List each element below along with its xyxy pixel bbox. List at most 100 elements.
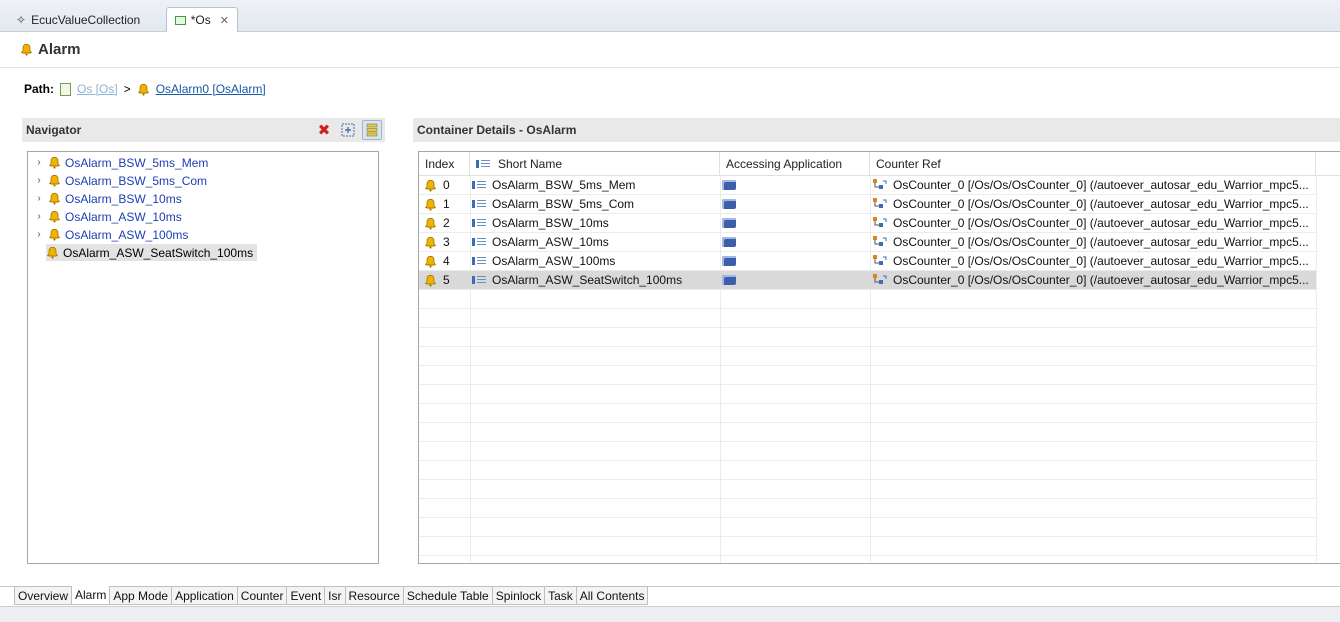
application-icon [722, 256, 736, 266]
application-icon [722, 199, 736, 209]
tree-item[interactable]: › OsAlarm_ASW_10ms [34, 208, 182, 225]
counter-ref-cell[interactable]: OsCounter_0 [/Os/Os/OsCounter_0] (/autoe… [873, 176, 1314, 194]
status-bar [0, 606, 1340, 622]
page-tab-event[interactable]: Event [287, 586, 326, 605]
short-name-icon [472, 199, 486, 209]
tree-item-label: OsAlarm_BSW_10ms [65, 191, 182, 206]
bell-icon [48, 174, 61, 187]
breadcrumb-link-os[interactable]: Os [Os] [77, 82, 118, 96]
navigator-tree: › OsAlarm_BSW_5ms_Mem › OsAlarm_BSW_5ms_… [27, 151, 379, 564]
table-row[interactable]: 2 OsAlarm_BSW_10ms OsCounter_0 [/Os/Os/OsC… [419, 214, 1316, 233]
column-header-index[interactable]: Index [419, 152, 470, 176]
table-row[interactable]: 1 OsAlarm_BSW_5ms_Com OsCounter_0 [/Os/Os/… [419, 195, 1316, 214]
short-name-cell[interactable]: OsAlarm_ASW_10ms [472, 233, 718, 251]
empty-row [419, 537, 1316, 556]
table-row[interactable]: 4 OsAlarm_ASW_100ms OsCounter_0 [/Os/Os/Os… [419, 252, 1316, 271]
close-icon[interactable]: ✕ [220, 14, 229, 27]
short-name-icon [472, 275, 486, 285]
path-label: Path: [24, 82, 54, 96]
counter-ref-cell[interactable]: OsCounter_0 [/Os/Os/OsCounter_0] (/autoe… [873, 271, 1314, 289]
index-cell: 3 [424, 233, 468, 251]
empty-row [419, 366, 1316, 385]
short-name-icon [472, 256, 486, 266]
expand-arrow-icon[interactable]: › [34, 193, 44, 204]
page-header: Alarm [0, 32, 1340, 68]
reference-icon [873, 255, 887, 267]
page-tab-task[interactable]: Task [545, 586, 577, 605]
column-header-accessing-application[interactable]: Accessing Application [720, 152, 870, 176]
short-name-cell[interactable]: OsAlarm_ASW_100ms [472, 252, 718, 270]
tab-ecuc-value-collection[interactable]: ✧ EcucValueCollection [8, 7, 166, 32]
column-divider [1316, 176, 1317, 563]
tree-item[interactable]: › OsAlarm_ASW_100ms [34, 226, 188, 243]
reference-icon [873, 217, 887, 229]
expand-arrow-icon[interactable]: › [34, 157, 44, 168]
accessing-application-cell[interactable] [722, 252, 868, 270]
accessing-application-cell[interactable] [722, 233, 868, 251]
table-row[interactable]: 5 OsAlarm_ASW_SeatSwitch_100ms OsCounter_0… [419, 271, 1316, 290]
bell-icon [48, 156, 61, 169]
counter-ref-cell[interactable]: OsCounter_0 [/Os/Os/OsCounter_0] (/autoe… [873, 195, 1314, 213]
collapse-all-icon[interactable] [338, 120, 358, 140]
counter-ref-cell[interactable]: OsCounter_0 [/Os/Os/OsCounter_0] (/autoe… [873, 252, 1314, 270]
short-name-value: OsAlarm_ASW_10ms [492, 235, 609, 249]
short-name-cell[interactable]: OsAlarm_ASW_SeatSwitch_100ms [472, 271, 718, 289]
counter-ref-cell[interactable]: OsCounter_0 [/Os/Os/OsCounter_0] (/autoe… [873, 214, 1314, 232]
tree-item-selected[interactable]: OsAlarm_ASW_SeatSwitch_100ms [46, 244, 258, 261]
column-header-short-name[interactable]: Short Name [470, 152, 720, 176]
link-with-editor-icon[interactable] [362, 120, 382, 140]
delete-icon[interactable]: ✖ [314, 120, 334, 140]
page-tab-spinlock[interactable]: Spinlock [492, 586, 546, 605]
page-title: Alarm [38, 41, 81, 58]
expand-arrow-icon[interactable]: › [34, 211, 44, 222]
breadcrumb-link-alarm[interactable]: OsAlarm0 [OsAlarm] [156, 82, 266, 96]
accessing-application-cell[interactable] [722, 195, 868, 213]
bell-icon [46, 246, 59, 259]
empty-row [419, 556, 1316, 563]
index-cell: 5 [424, 271, 468, 289]
accessing-application-cell[interactable] [722, 271, 868, 289]
expand-arrow-icon[interactable]: › [34, 175, 44, 186]
expand-arrow-icon[interactable]: › [34, 229, 44, 240]
reference-icon [873, 179, 887, 191]
page-tab-counter[interactable]: Counter [237, 586, 288, 605]
page-tab-app-mode[interactable]: App Mode [110, 586, 173, 605]
table-row[interactable]: 3 OsAlarm_ASW_10ms OsCounter_0 [/Os/Os/OsC… [419, 233, 1316, 252]
bell-icon [20, 43, 33, 56]
application-icon [722, 275, 736, 285]
page-tab-alarm[interactable]: Alarm [72, 586, 111, 605]
page-tab-isr[interactable]: Isr [325, 586, 346, 605]
page-tab-resource[interactable]: Resource [345, 586, 404, 605]
tree-item[interactable]: › OsAlarm_BSW_5ms_Com [34, 172, 207, 189]
short-name-cell[interactable]: OsAlarm_BSW_5ms_Com [472, 195, 718, 213]
tab-label: EcucValueCollection [31, 12, 141, 27]
page-tab-schedule-table[interactable]: Schedule Table [403, 586, 493, 605]
short-name-value: OsAlarm_ASW_SeatSwitch_100ms [492, 273, 683, 287]
tree-item[interactable]: › OsAlarm_BSW_5ms_Mem [34, 154, 208, 171]
accessing-application-cell[interactable] [722, 176, 868, 194]
page-tab-overview[interactable]: Overview [14, 586, 73, 605]
column-header-counter-ref[interactable]: Counter Ref [870, 152, 1316, 176]
empty-row [419, 347, 1316, 366]
short-name-cell[interactable]: OsAlarm_BSW_10ms [472, 214, 718, 232]
tab-os[interactable]: *Os ✕ [166, 7, 238, 32]
tree-item-label: OsAlarm_ASW_10ms [65, 209, 182, 224]
page-tab-application[interactable]: Application [172, 586, 238, 605]
tree-item[interactable]: › OsAlarm_BSW_10ms [34, 190, 182, 207]
accessing-application-cell[interactable] [722, 214, 868, 232]
bell-icon [424, 274, 437, 287]
short-name-cell[interactable]: OsAlarm_BSW_5ms_Mem [472, 176, 718, 194]
index-value: 1 [443, 197, 450, 211]
index-value: 4 [443, 254, 450, 268]
table-row[interactable]: 0 OsAlarm_BSW_5ms_Mem OsCounter_0 [/Os/Os/… [419, 176, 1316, 195]
tab-label: *Os [190, 13, 211, 27]
application-icon [722, 180, 736, 190]
tree-item-label: OsAlarm_BSW_5ms_Mem [65, 155, 209, 170]
empty-row [419, 423, 1316, 442]
short-name-icon [472, 237, 486, 247]
counter-ref-value: OsCounter_0 [/Os/Os/OsCounter_0] (/autoe… [893, 178, 1309, 192]
counter-ref-cell[interactable]: OsCounter_0 [/Os/Os/OsCounter_0] (/autoe… [873, 233, 1314, 251]
bell-icon [48, 210, 61, 223]
navigator-title: Navigator [26, 123, 82, 137]
page-tab-all-contents[interactable]: All Contents [576, 586, 649, 605]
